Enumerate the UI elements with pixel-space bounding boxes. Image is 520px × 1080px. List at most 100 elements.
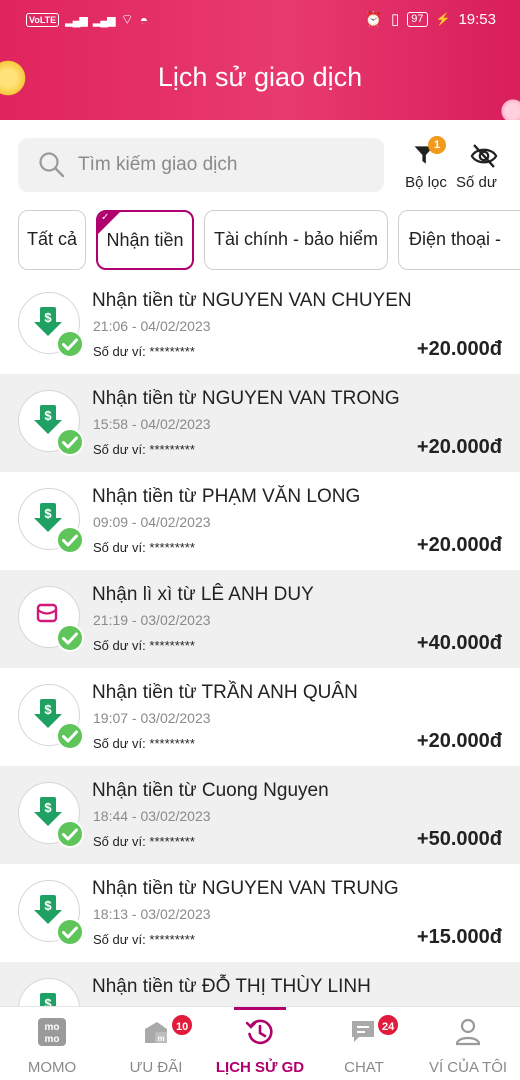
signal-icon-2: ▂▄▆ <box>92 14 116 27</box>
svg-text:$: $ <box>44 408 52 423</box>
transaction-title: Nhận tiền từ NGUYEN VAN TRUNG <box>92 878 399 899</box>
transaction-row[interactable]: $ Nhận tiền từ NGUYEN VAN TRONG 15:58 - 04… <box>0 374 520 472</box>
wallet-balance: Số dư ví: ********* <box>93 344 195 359</box>
volte-icon: VoLTE <box>26 13 60 27</box>
balance-label: Số dư <box>456 174 497 191</box>
chip-phone[interactable]: Điện thoại - <box>398 210 520 270</box>
wallet-balance: Số dư ví: ********* <box>93 834 195 849</box>
charging-icon: ⚡ <box>435 12 451 26</box>
wallet-balance: Số dư ví: ********* <box>93 932 195 947</box>
wallet-balance: Số dư ví: ********* <box>93 442 195 457</box>
svg-text:mo: mo <box>45 1022 60 1033</box>
nav-my-wallet[interactable]: VÍ CỦA TÔI <box>416 1007 520 1080</box>
transaction-time: 19:07 - 03/02/2023 <box>93 710 211 726</box>
filter-badge: 1 <box>428 136 446 154</box>
promo-badge: 10 <box>170 1013 195 1037</box>
transaction-time: 18:13 - 03/02/2023 <box>93 906 211 922</box>
promo-icon: m <box>145 1022 167 1043</box>
alarm-icon: ⏰ <box>364 11 383 28</box>
transaction-time: 15:58 - 04/02/2023 <box>93 416 211 432</box>
filter-label: Bộ lọc <box>405 174 447 191</box>
chip-receive-money[interactable]: ✓ Nhận tiền <box>96 210 194 270</box>
transaction-time: 21:19 - 03/02/2023 <box>93 612 211 628</box>
transaction-title: Nhận tiền từ TRẦN ANH QUÂN <box>92 682 358 703</box>
wallet-balance: Số dư ví: ********* <box>93 736 195 751</box>
svg-text:$: $ <box>44 310 52 325</box>
transaction-row[interactable]: $ Nhận tiền từ NGUYEN VAN CHUYEN 21:06 - 0… <box>0 276 520 374</box>
success-check-icon <box>56 918 84 946</box>
search-icon <box>39 152 65 178</box>
transaction-row[interactable]: $ Nhận tiền từ NGUYEN VAN TRUNG 18:13 - 03… <box>0 864 520 962</box>
battery-icon: 97 <box>407 11 428 27</box>
transaction-title: Nhận tiền từ PHẠM VĂN LONG <box>92 486 361 507</box>
transaction-row[interactable]: $ Nhận tiền từ PHẠM VĂN LONG 09:09 - 04/02… <box>0 472 520 570</box>
svg-text:$: $ <box>44 702 52 717</box>
status-time: 19:53 <box>458 10 496 28</box>
transaction-amount: +50.000đ <box>416 828 502 850</box>
transaction-title: Nhận lì xì từ LÊ ANH DUY <box>92 584 314 605</box>
success-check-icon <box>56 428 84 456</box>
money-receive-icon: $ <box>40 993 56 1006</box>
transaction-icon <box>18 586 84 652</box>
transaction-amount: +20.000đ <box>416 338 502 360</box>
transaction-amount: +15.000đ <box>416 926 502 948</box>
transaction-icon: $ <box>18 978 82 1006</box>
transaction-icon: $ <box>18 684 84 750</box>
status-bar: VoLTE ▂▄▆ ▂▄▆ ⌔ ◓ ⏰ ▯ 97 ⚡ 19:53 <box>0 0 520 38</box>
user-icon <box>455 1018 481 1046</box>
nav-label: CHAT <box>344 1059 384 1076</box>
svg-text:$: $ <box>44 506 52 521</box>
transaction-icon: $ <box>18 782 84 848</box>
svg-text:$: $ <box>44 996 52 1006</box>
svg-text:mo: mo <box>45 1034 60 1045</box>
vibrate-icon: ▯ <box>390 11 400 28</box>
search-input[interactable] <box>78 138 368 192</box>
nav-label: MOMO <box>27 1059 77 1076</box>
nav-history[interactable]: LỊCH SỬ GD <box>208 1007 312 1080</box>
decor-blossom-right <box>500 98 520 120</box>
active-indicator <box>234 1007 286 1010</box>
nav-momo[interactable]: mo mo MOMO <box>0 1007 104 1080</box>
nav-chat[interactable]: 24 CHAT <box>312 1007 416 1080</box>
svg-text:$: $ <box>44 898 52 913</box>
transaction-icon: $ <box>18 488 84 554</box>
bottom-nav: mo mo MOMO m 10 ƯU ĐÃI LỊCH SỬ GD 24 CHA… <box>0 1006 520 1080</box>
check-icon: ✓ <box>101 212 110 223</box>
transaction-row[interactable]: $ Nhận tiền từ ĐỖ THỊ THÙY LINH <box>0 962 520 1006</box>
transaction-amount: +40.000đ <box>416 632 502 654</box>
chip-label: Tất cả <box>26 229 78 249</box>
wallet-balance: Số dư ví: ********* <box>93 540 195 555</box>
chip-all[interactable]: Tất cả <box>18 210 86 270</box>
transaction-icon: $ <box>18 292 84 358</box>
history-icon <box>245 1019 273 1045</box>
transaction-time: 09:09 - 04/02/2023 <box>93 514 211 530</box>
transaction-amount: +20.000đ <box>416 730 502 752</box>
transaction-row[interactable]: $ Nhận tiền từ Cuong Nguyen 18:44 - 03/02/… <box>0 766 520 864</box>
signal-icon: ▂▄▆ <box>65 14 88 27</box>
search-box[interactable] <box>18 138 384 192</box>
chip-finance-insurance[interactable]: Tài chính - bảo hiểm <box>204 210 388 270</box>
page-title: Lịch sử giao dịch <box>157 62 363 92</box>
nav-promotions[interactable]: m 10 ƯU ĐÃI <box>104 1007 208 1080</box>
eye-off-icon <box>470 144 498 168</box>
chat-badge: 24 <box>376 1013 401 1037</box>
nav-label: ƯU ĐÃI <box>129 1059 183 1076</box>
success-check-icon <box>56 330 84 358</box>
chip-label: Điện thoại - <box>409 229 502 249</box>
transaction-title: Nhận tiền từ NGUYEN VAN TRONG <box>92 388 400 409</box>
transaction-title: Nhận tiền từ Cuong Nguyen <box>92 780 329 801</box>
momo-logo-icon: mo mo <box>38 1018 66 1046</box>
transaction-row[interactable]: $ Nhận tiền từ TRẦN ANH QUÂN 19:07 - 03/02… <box>0 668 520 766</box>
nav-label: LỊCH SỬ GD <box>215 1059 305 1076</box>
success-check-icon <box>56 624 84 652</box>
svg-text:m: m <box>157 1034 164 1043</box>
transaction-icon: $ <box>18 880 84 946</box>
transaction-list: $ Nhận tiền từ NGUYEN VAN CHUYEN 21:06 - 0… <box>0 276 520 1006</box>
chat-icon <box>352 1021 374 1042</box>
filter-button[interactable]: 1 Bộ lọc <box>396 136 456 194</box>
toggle-balance-button[interactable]: Số dư <box>454 138 514 194</box>
sync-icon: ◓ <box>139 12 149 28</box>
transaction-amount: +20.000đ <box>416 436 502 458</box>
wallet-balance: Số dư ví: ********* <box>93 638 195 653</box>
transaction-row[interactable]: Nhận lì xì từ LÊ ANH DUY 21:19 - 03/02/20… <box>0 570 520 668</box>
